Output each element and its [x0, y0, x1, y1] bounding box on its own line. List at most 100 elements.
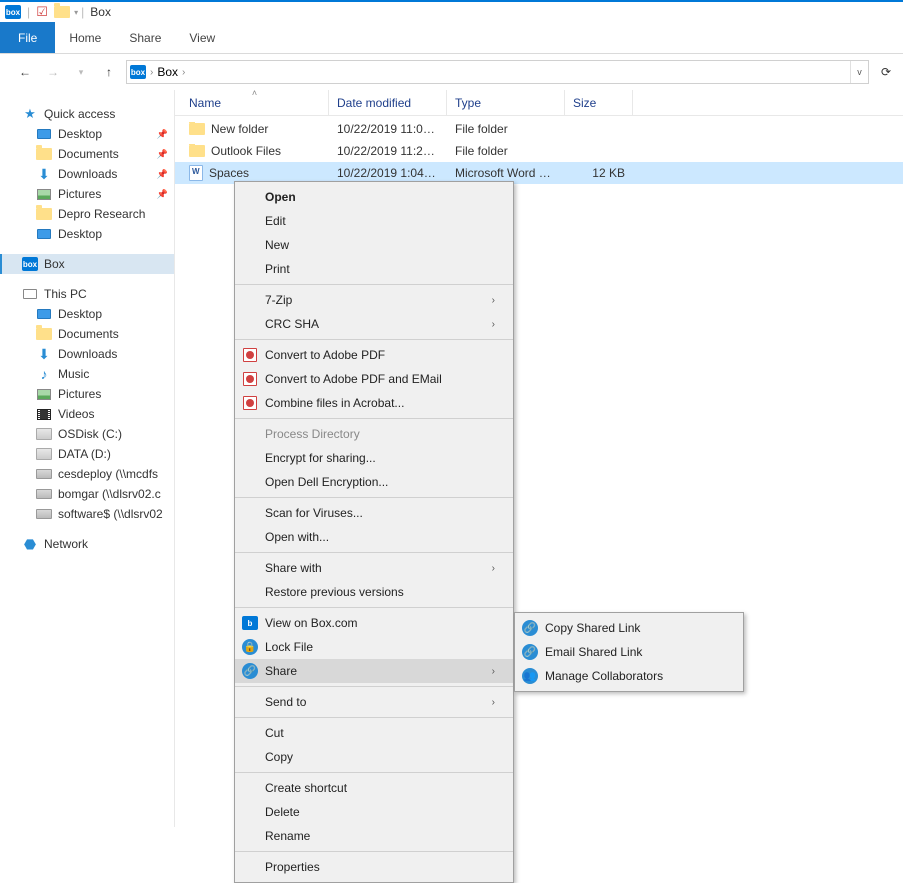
menu-scan-viruses[interactable]: Scan for Viruses...: [235, 501, 513, 525]
network-icon: ⬣: [22, 537, 38, 551]
submenu-arrow-icon: ›: [492, 563, 495, 574]
network-drive-icon: [36, 489, 52, 499]
nav-quick-access[interactable]: ★ Quick access: [0, 104, 174, 124]
column-size[interactable]: Size: [565, 90, 633, 115]
menu-edit[interactable]: Edit: [235, 209, 513, 233]
menu-share-with[interactable]: Share with›: [235, 556, 513, 580]
word-doc-icon: [189, 165, 203, 181]
nav-item-pc-documents[interactable]: Documents: [0, 324, 174, 344]
desktop-icon: [37, 229, 51, 239]
menu-print[interactable]: Print: [235, 257, 513, 281]
nav-item-software[interactable]: software$ (\\dlsrv02: [0, 504, 174, 524]
column-name[interactable]: Name˄: [181, 90, 329, 115]
nav-item-downloads[interactable]: ⬇Downloads📌: [0, 164, 174, 184]
box-icon: box: [22, 257, 38, 271]
pc-icon: [23, 289, 37, 299]
pin-icon: 📌: [157, 129, 168, 140]
submenu-arrow-icon: ›: [492, 295, 495, 306]
sort-ascending-icon: ˄: [252, 88, 257, 98]
menu-delete[interactable]: Delete: [235, 800, 513, 824]
menu-process-directory: Process Directory: [235, 422, 513, 446]
file-row[interactable]: New folder 10/22/2019 11:00 ... File fol…: [175, 118, 903, 140]
qat-check-icon[interactable]: ☑: [33, 3, 51, 21]
submenu-copy-shared-link[interactable]: 🔗Copy Shared Link: [515, 616, 743, 640]
nav-item-data-d[interactable]: DATA (D:): [0, 444, 174, 464]
share-submenu: 🔗Copy Shared Link 🔗Email Shared Link 👥Ma…: [514, 612, 744, 692]
disk-icon: [36, 428, 52, 440]
nav-item-cesdeploy[interactable]: cesdeploy (\\mcdfs: [0, 464, 174, 484]
folder-icon: [36, 208, 52, 220]
link-icon: 🔗: [522, 620, 538, 636]
menu-convert-pdf-email[interactable]: Convert to Adobe PDF and EMail: [235, 367, 513, 391]
file-list: New folder 10/22/2019 11:00 ... File fol…: [175, 116, 903, 184]
file-row[interactable]: Outlook Files 10/22/2019 11:20 ... File …: [175, 140, 903, 162]
breadcrumb-location[interactable]: Box: [157, 65, 178, 79]
nav-item-depro[interactable]: Depro Research: [0, 204, 174, 224]
nav-item-documents[interactable]: Documents📌: [0, 144, 174, 164]
menu-lock-file[interactable]: 🔒Lock File: [235, 635, 513, 659]
menu-convert-pdf[interactable]: Convert to Adobe PDF: [235, 343, 513, 367]
menu-create-shortcut[interactable]: Create shortcut: [235, 776, 513, 800]
menu-open-with[interactable]: Open with...: [235, 525, 513, 549]
nav-item-desktop[interactable]: Desktop📌: [0, 124, 174, 144]
menu-combine-acrobat[interactable]: Combine files in Acrobat...: [235, 391, 513, 415]
nav-this-pc[interactable]: This PC: [0, 284, 174, 304]
column-date[interactable]: Date modified: [329, 90, 447, 115]
nav-item-pc-videos[interactable]: Videos: [0, 404, 174, 424]
tab-share[interactable]: Share: [115, 22, 175, 53]
menu-properties[interactable]: Properties: [235, 855, 513, 879]
submenu-arrow-icon: ›: [492, 697, 495, 708]
pdf-icon: [243, 348, 257, 362]
chevron-right-icon: ›: [150, 67, 153, 78]
submenu-email-shared-link[interactable]: 🔗Email Shared Link: [515, 640, 743, 664]
nav-back-button[interactable]: ←: [14, 61, 36, 83]
menu-cut[interactable]: Cut: [235, 721, 513, 745]
people-icon: 👥: [522, 668, 538, 684]
menu-encrypt[interactable]: Encrypt for sharing...: [235, 446, 513, 470]
download-icon: ⬇: [36, 167, 52, 181]
tab-view[interactable]: View: [175, 22, 229, 53]
nav-forward-button: →: [42, 61, 64, 83]
nav-item-pc-music[interactable]: ♪Music: [0, 364, 174, 384]
nav-item-pc-desktop[interactable]: Desktop: [0, 304, 174, 324]
submenu-manage-collaborators[interactable]: 👥Manage Collaborators: [515, 664, 743, 688]
context-menu: Open Edit New Print 7-Zip› CRC SHA› Conv…: [234, 181, 514, 883]
refresh-button[interactable]: ⟳: [875, 61, 897, 83]
desktop-icon: [37, 309, 51, 319]
menu-new[interactable]: New: [235, 233, 513, 257]
menu-send-to[interactable]: Send to›: [235, 690, 513, 714]
pin-icon: 📌: [157, 169, 168, 180]
menu-share[interactable]: 🔗Share›: [235, 659, 513, 683]
nav-item-pictures[interactable]: Pictures📌: [0, 184, 174, 204]
menu-restore-versions[interactable]: Restore previous versions: [235, 580, 513, 604]
menu-rename[interactable]: Rename: [235, 824, 513, 848]
tab-file[interactable]: File: [0, 22, 55, 53]
breadcrumb-dropdown[interactable]: v: [850, 61, 868, 83]
breadcrumb[interactable]: box › Box › v: [126, 60, 869, 84]
nav-item-bomgar[interactable]: bomgar (\\dlsrv02.c: [0, 484, 174, 504]
nav-up-button[interactable]: ↑: [98, 61, 120, 83]
menu-7zip[interactable]: 7-Zip›: [235, 288, 513, 312]
menu-copy[interactable]: Copy: [235, 745, 513, 769]
nav-item-osdisk[interactable]: OSDisk (C:): [0, 424, 174, 444]
navigation-pane: ★ Quick access Desktop📌 Documents📌 ⬇Down…: [0, 90, 175, 827]
menu-open[interactable]: Open: [235, 185, 513, 209]
qat-folder-icon[interactable]: [53, 3, 71, 21]
nav-recent-dropdown[interactable]: ▾: [70, 61, 92, 83]
nav-network[interactable]: ⬣Network: [0, 534, 174, 554]
nav-item-box[interactable]: boxBox: [0, 254, 174, 274]
column-headers: Name˄ Date modified Type Size: [175, 90, 903, 116]
menu-crc-sha[interactable]: CRC SHA›: [235, 312, 513, 336]
address-bar: ← → ▾ ↑ box › Box › v ⟳: [0, 54, 903, 90]
app-icon: box: [4, 3, 22, 21]
menu-view-box[interactable]: bView on Box.com: [235, 611, 513, 635]
qat-dropdown-icon[interactable]: ▾: [74, 8, 78, 17]
network-drive-icon: [36, 469, 52, 479]
nav-item-pc-pictures[interactable]: Pictures: [0, 384, 174, 404]
column-type[interactable]: Type: [447, 90, 565, 115]
tab-home[interactable]: Home: [55, 22, 115, 53]
nav-item-pc-downloads[interactable]: ⬇Downloads: [0, 344, 174, 364]
nav-item-desktop2[interactable]: Desktop: [0, 224, 174, 244]
pdf-icon: [243, 396, 257, 410]
menu-dell-encryption[interactable]: Open Dell Encryption...: [235, 470, 513, 494]
